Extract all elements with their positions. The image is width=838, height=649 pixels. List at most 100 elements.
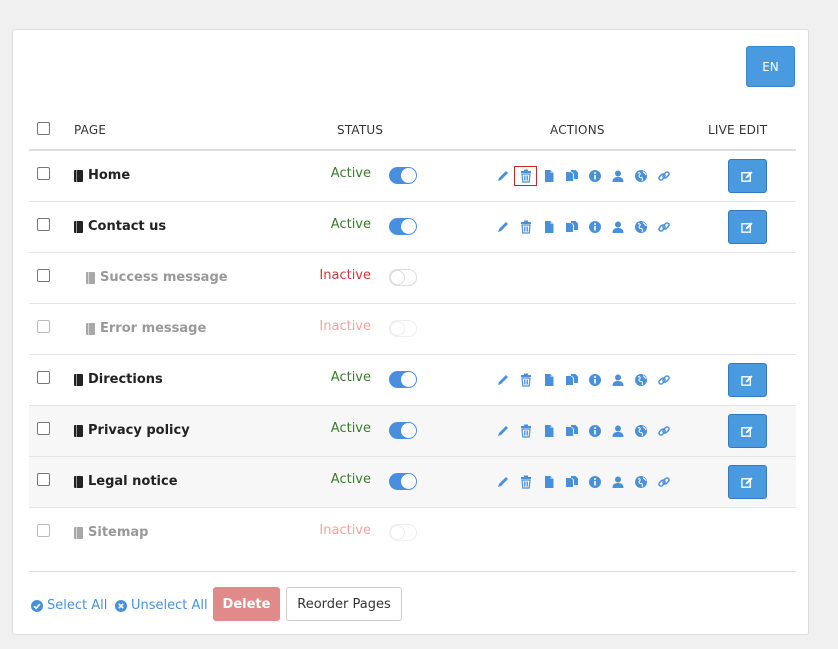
page-name-label: Sitemap bbox=[88, 525, 149, 540]
live-edit-button[interactable] bbox=[728, 159, 767, 193]
row-actions bbox=[491, 370, 675, 390]
status-toggle[interactable] bbox=[389, 167, 417, 184]
user-icon[interactable] bbox=[606, 370, 629, 390]
select-all-checkbox[interactable] bbox=[37, 122, 50, 135]
file-icon[interactable] bbox=[537, 472, 560, 492]
row-actions bbox=[491, 472, 675, 492]
globe-icon[interactable] bbox=[629, 370, 652, 390]
info-icon[interactable] bbox=[583, 421, 606, 441]
globe-icon[interactable] bbox=[629, 472, 652, 492]
copy-icon[interactable] bbox=[560, 166, 583, 186]
user-icon[interactable] bbox=[606, 217, 629, 237]
copy-icon[interactable] bbox=[560, 421, 583, 441]
status-label: Active bbox=[330, 217, 371, 232]
pencil-icon[interactable] bbox=[491, 421, 514, 441]
file-icon[interactable] bbox=[537, 217, 560, 237]
status-toggle[interactable] bbox=[389, 218, 417, 235]
status-label: Inactive bbox=[319, 268, 371, 283]
row-checkbox[interactable] bbox=[37, 167, 50, 180]
copy-icon[interactable] bbox=[560, 217, 583, 237]
link-icon[interactable] bbox=[652, 370, 675, 390]
page-name[interactable]: Legal notice bbox=[74, 474, 178, 489]
link-icon[interactable] bbox=[652, 217, 675, 237]
status-toggle[interactable] bbox=[389, 473, 417, 490]
info-icon[interactable] bbox=[583, 166, 606, 186]
row-checkbox[interactable] bbox=[37, 422, 50, 435]
header-status: STATUS bbox=[337, 123, 384, 137]
row-checkbox[interactable] bbox=[37, 320, 50, 333]
link-icon[interactable] bbox=[652, 472, 675, 492]
page-name[interactable]: Privacy policy bbox=[74, 423, 190, 438]
pencil-icon[interactable] bbox=[491, 217, 514, 237]
globe-icon[interactable] bbox=[629, 421, 652, 441]
user-icon[interactable] bbox=[606, 421, 629, 441]
trash-icon[interactable] bbox=[514, 166, 537, 186]
page-name[interactable]: Success message bbox=[86, 270, 228, 285]
info-icon[interactable] bbox=[583, 217, 606, 237]
book-icon bbox=[74, 220, 83, 233]
file-icon[interactable] bbox=[537, 370, 560, 390]
copy-icon[interactable] bbox=[560, 370, 583, 390]
page-name[interactable]: Sitemap bbox=[74, 525, 148, 540]
row-checkbox[interactable] bbox=[37, 269, 50, 282]
globe-icon[interactable] bbox=[629, 166, 652, 186]
pages-panel: EN PAGE STATUS ACTIONS LIVE EDIT Home Ac… bbox=[12, 29, 809, 635]
row-actions bbox=[491, 217, 675, 237]
page-name-label: Legal notice bbox=[88, 474, 178, 489]
row-checkbox[interactable] bbox=[37, 473, 50, 486]
page-name[interactable]: Directions bbox=[74, 372, 163, 387]
live-edit-button[interactable] bbox=[728, 210, 767, 244]
book-icon bbox=[74, 475, 83, 488]
status-toggle[interactable] bbox=[389, 269, 417, 286]
row-actions bbox=[491, 166, 675, 186]
unselect-all-link[interactable]: Unselect All bbox=[115, 598, 208, 613]
trash-icon[interactable] bbox=[514, 421, 537, 441]
book-icon bbox=[74, 169, 83, 182]
link-icon[interactable] bbox=[652, 421, 675, 441]
page-name[interactable]: Home bbox=[74, 168, 130, 183]
book-icon bbox=[86, 322, 95, 335]
header-page: PAGE bbox=[74, 123, 107, 137]
status-toggle[interactable] bbox=[389, 422, 417, 439]
delete-button[interactable]: Delete bbox=[213, 587, 280, 621]
trash-icon[interactable] bbox=[514, 472, 537, 492]
user-icon[interactable] bbox=[606, 166, 629, 186]
table-row: Home Active bbox=[29, 151, 796, 202]
unselect-all-label: Unselect All bbox=[131, 598, 208, 613]
status-toggle[interactable] bbox=[389, 371, 417, 388]
trash-icon[interactable] bbox=[514, 217, 537, 237]
live-edit-button[interactable] bbox=[728, 465, 767, 499]
language-button[interactable]: EN bbox=[746, 46, 795, 87]
info-icon[interactable] bbox=[583, 370, 606, 390]
user-icon[interactable] bbox=[606, 472, 629, 492]
row-checkbox[interactable] bbox=[37, 371, 50, 384]
status-toggle[interactable] bbox=[389, 320, 417, 337]
edit-icon bbox=[741, 221, 753, 233]
row-checkbox[interactable] bbox=[37, 524, 50, 537]
trash-icon[interactable] bbox=[514, 370, 537, 390]
file-icon[interactable] bbox=[537, 166, 560, 186]
live-edit-button[interactable] bbox=[728, 414, 767, 448]
status-toggle[interactable] bbox=[389, 524, 417, 541]
pencil-icon[interactable] bbox=[491, 472, 514, 492]
select-all-label: Select All bbox=[47, 598, 108, 613]
edit-icon bbox=[741, 476, 753, 488]
page-name[interactable]: Contact us bbox=[74, 219, 166, 234]
pencil-icon[interactable] bbox=[491, 370, 514, 390]
copy-icon[interactable] bbox=[560, 472, 583, 492]
status-label: Active bbox=[330, 421, 371, 436]
globe-icon[interactable] bbox=[629, 217, 652, 237]
live-edit-button[interactable] bbox=[728, 363, 767, 397]
info-icon[interactable] bbox=[583, 472, 606, 492]
book-icon bbox=[86, 271, 95, 284]
page-name[interactable]: Error message bbox=[86, 321, 206, 336]
link-icon[interactable] bbox=[652, 166, 675, 186]
edit-icon bbox=[741, 425, 753, 437]
file-icon[interactable] bbox=[537, 421, 560, 441]
pencil-icon[interactable] bbox=[491, 166, 514, 186]
page-name-label: Privacy policy bbox=[88, 423, 190, 438]
status-label: Inactive bbox=[319, 523, 371, 538]
reorder-pages-button[interactable]: Reorder Pages bbox=[286, 587, 402, 621]
select-all-link[interactable]: Select All bbox=[31, 598, 107, 613]
row-checkbox[interactable] bbox=[37, 218, 50, 231]
